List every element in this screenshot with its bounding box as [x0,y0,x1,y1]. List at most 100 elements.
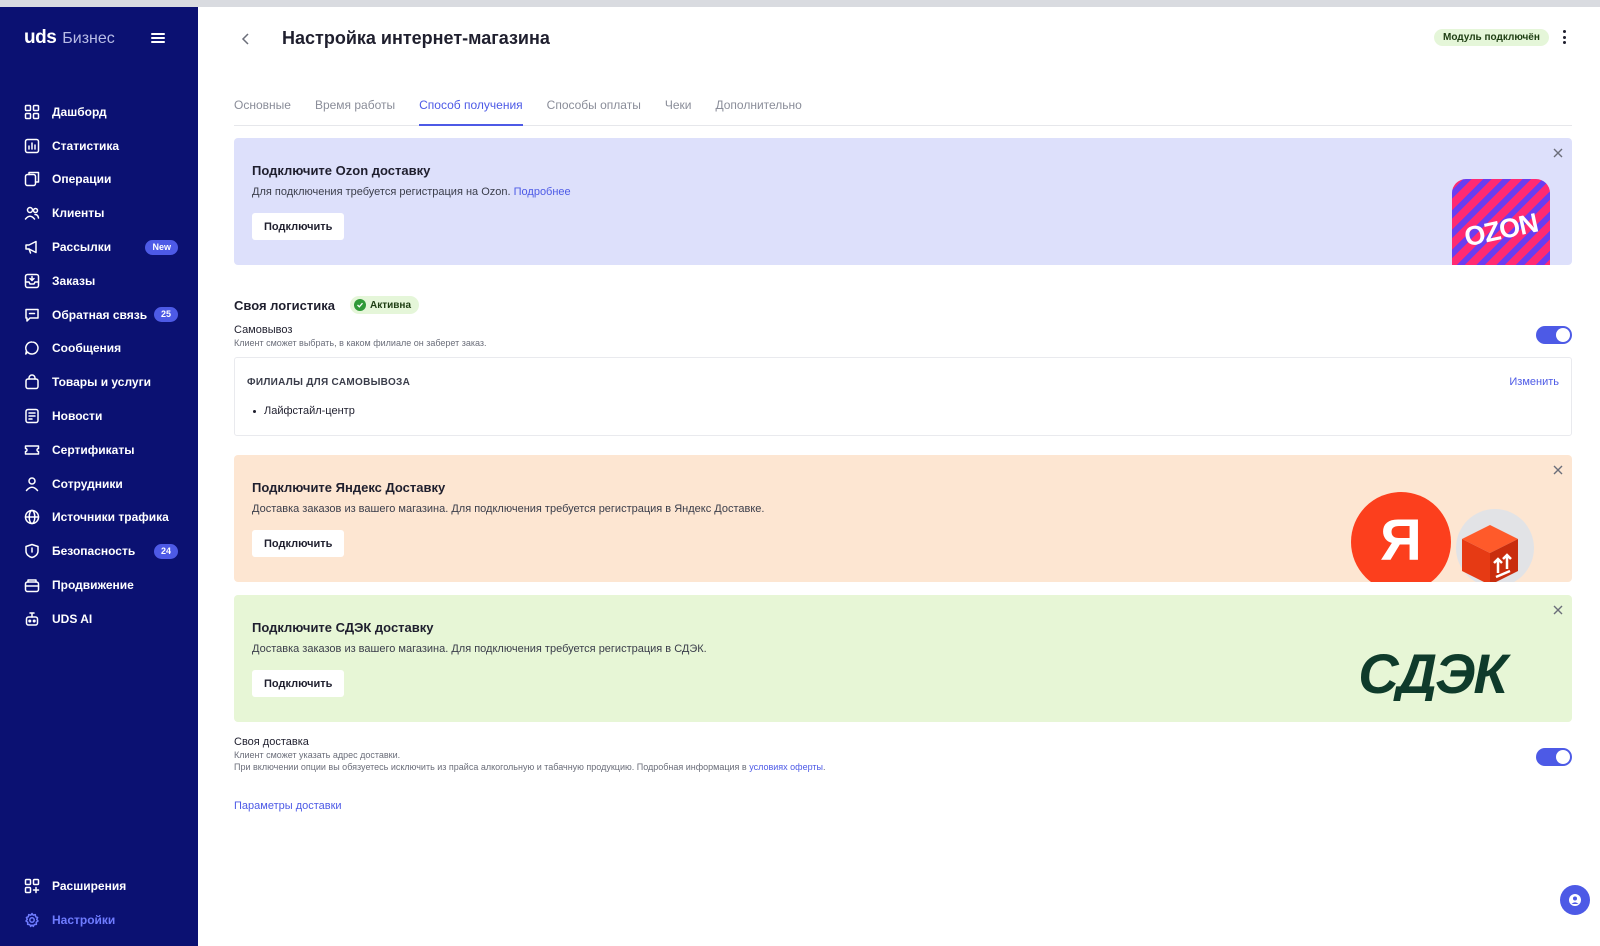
cdek-logo: СДЭК [1358,645,1513,701]
tab-5[interactable]: Дополнительно [715,81,801,125]
close-icon[interactable] [1552,146,1564,158]
ozon-more-link[interactable]: Подробнее [514,186,571,198]
sidebar-item-badge: 25 [153,307,178,323]
sidebar-item-label: Дашборд [52,104,107,119]
sidebar-item-promo[interactable]: Продвижение [0,568,198,602]
globe-icon [24,509,40,525]
sidebar-item-label: Источники трафика [52,510,169,525]
sidebar-item-badge: 24 [153,543,178,559]
ozon-connect-button[interactable]: Подключить [252,213,345,240]
sidebar-item-label: Настройки [52,912,116,927]
extensions-icon [24,878,40,894]
sidebar-item-users[interactable]: Клиенты [0,196,198,230]
sidebar-item-feedback[interactable]: Обратная связь 25 [0,298,198,332]
chat-bubble-icon [24,340,40,356]
pickup-desc: Клиент сможет выбрать, в каком филиале о… [234,338,487,348]
cdek-card-title: Подключите СДЭК доставку [252,620,434,635]
sidebar-item-chat-bubble[interactable]: Сообщения [0,332,198,366]
support-chat-button[interactable] [1560,885,1590,915]
sidebar-item-chart[interactable]: Статистика [0,129,198,163]
sidebar-item-megaphone[interactable]: Рассылки New [0,230,198,264]
pickup-toggle[interactable] [1536,326,1572,344]
sidebar-item-label: Обратная связь [52,307,148,322]
pickup-title: Самовывоз [234,324,293,336]
sidebar-item-label: Клиенты [52,206,105,221]
chart-icon [24,138,40,154]
sidebar-item-shield[interactable]: Безопасность 24 [0,534,198,568]
sidebar-item-label: Новости [52,409,103,424]
chevron-left-icon [241,33,249,45]
tab-3[interactable]: Способы оплаты [547,81,641,125]
branch-name: Лайфстайл-центр [264,405,355,417]
check-icon [354,299,366,311]
sidebar-item-person[interactable]: Сотрудники [0,467,198,501]
yandex-card-desc: Доставка заказов из вашего магазина. Для… [252,503,765,515]
cdek-delivery-card: Подключите СДЭК доставку Доставка заказо… [234,595,1572,722]
sidebar-item-extensions[interactable]: Расширения [0,869,198,903]
sidebar-item-news[interactable]: Новости [0,399,198,433]
status-badge: Активна [350,296,420,314]
back-button[interactable] [236,29,256,49]
bullet-icon [253,409,256,413]
page-title: Настройка интернет-магазина [282,28,550,48]
dashboard-icon [24,104,40,120]
bag-icon [24,374,40,390]
yandex-delivery-card: Подключите Яндекс Доставку Доставка зака… [234,455,1572,582]
own-delivery-desc: Клиент сможет указать адрес доставки. [234,750,401,760]
megaphone-icon [24,239,40,255]
sidebar-item-globe[interactable]: Источники трафика [0,501,198,535]
yandex-logo-text: Я [1380,507,1422,573]
own-delivery-toggle[interactable] [1536,748,1572,766]
sidebar-nav-bottom: Расширения Настройки [0,869,198,937]
sidebar: uds Бизнес Дашборд Статистика Операции Клие… [0,7,198,946]
feedback-icon [24,307,40,323]
tab-0[interactable]: Основные [234,81,291,125]
tab-bar: Основные Время работы Способ получения Спос… [234,81,1572,126]
orders-icon [24,273,40,289]
sidebar-item-label: Рассылки [52,240,112,255]
user-support-icon [1569,894,1581,906]
sidebar-item-dashboard[interactable]: Дашборд [0,95,198,129]
promo-icon [24,577,40,593]
cdek-connect-button[interactable]: Подключить [252,670,345,697]
sidebar-item-label: Расширения [52,878,127,893]
shield-icon [24,543,40,559]
sidebar-item-operations[interactable]: Операции [0,163,198,197]
yandex-connect-button[interactable]: Подключить [252,530,345,557]
close-icon[interactable] [1552,603,1564,615]
sidebar-item-gear[interactable]: Настройки [0,903,198,937]
cdek-card-desc: Доставка заказов из вашего магазина. Для… [252,643,707,655]
tab-4[interactable]: Чеки [665,81,692,125]
sidebar-item-bag[interactable]: Товары и услуги [0,365,198,399]
yandex-logo: Я [1351,492,1451,582]
offer-terms-link[interactable]: условиях оферты [749,762,823,772]
sidebar-item-robot[interactable]: UDS AI [0,602,198,636]
menu-toggle-icon[interactable] [151,33,165,43]
cdek-logo-text: СДЭК [1358,645,1511,701]
own-delivery-warning-text: При включении опции вы обязуетесь исключ… [234,762,747,772]
close-icon[interactable] [1552,463,1564,475]
sidebar-item-label: Статистика [52,138,120,153]
delivery-box-icon [1456,509,1534,582]
robot-icon [24,611,40,627]
sidebar-item-label: Продвижение [52,578,134,593]
more-options-icon[interactable] [1558,28,1570,46]
tab-2[interactable]: Способ получения [419,81,523,126]
module-status-badge: Модуль подключён [1434,29,1549,46]
status-badge-label: Активна [370,299,412,311]
branches-edit-link[interactable]: Изменить [1509,376,1559,388]
pickup-branches-panel: ФИЛИАЛЫ ДЛЯ САМОВЫВОЗА Изменить Лайфстай… [234,357,1572,436]
browser-top-strip [0,0,1600,7]
branches-title: ФИЛИАЛЫ ДЛЯ САМОВЫВОЗА [247,377,411,388]
sidebar-item-label: Сотрудники [52,476,123,491]
tab-1[interactable]: Время работы [315,81,395,125]
person-icon [24,476,40,492]
sidebar-item-orders[interactable]: Заказы [0,264,198,298]
own-logistics-title: Своя логистика [234,298,335,313]
ozon-card-title: Подключите Ozon доставку [252,163,431,178]
gear-icon [24,912,40,928]
delivery-params-link[interactable]: Параметры доставки [234,800,342,812]
sidebar-item-ticket[interactable]: Сертификаты [0,433,198,467]
main-content: Настройка интернет-магазина Модуль подкл… [198,7,1600,946]
logo[interactable]: uds Бизнес [24,27,115,49]
